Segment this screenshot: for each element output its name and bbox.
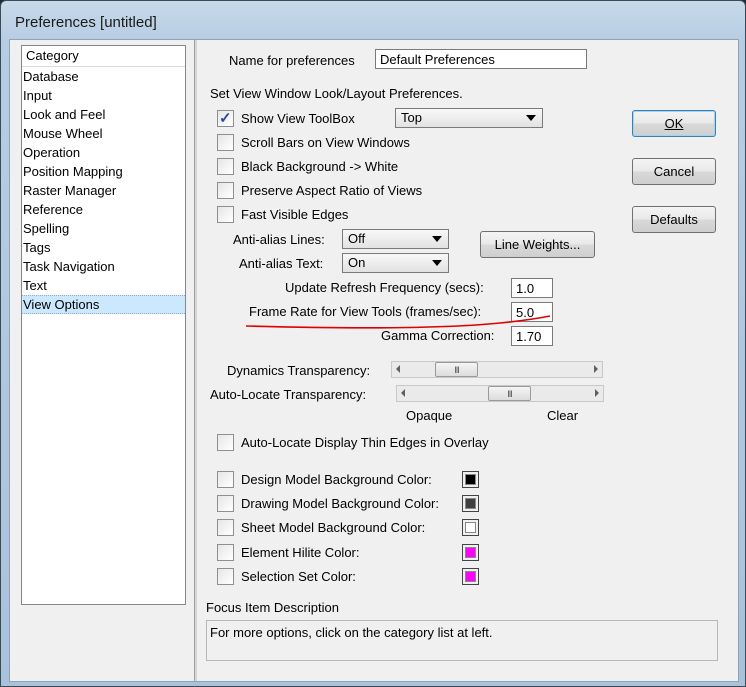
category-item[interactable]: Database [22,67,185,86]
color-fill [465,474,476,485]
design-bg-checkbox[interactable] [217,471,234,488]
element-hilite-color-swatch[interactable] [462,544,479,561]
design-bg-color-swatch[interactable] [462,471,479,488]
thin-edges-label: Auto-Locate Display Thin Edges in Overla… [241,435,489,450]
selection-set-checkbox[interactable] [217,568,234,585]
gamma-input[interactable]: 1.70 [511,326,553,346]
antialias-lines-value: Off [348,231,366,246]
preferences-window: Preferences [untitled] Category Database… [0,0,746,687]
slider-thumb[interactable]: III [435,362,478,377]
drawing-bg-color-swatch[interactable] [462,495,479,512]
category-list[interactable]: Category Database Input Look and Feel Mouse… [21,45,186,605]
scroll-left-icon [396,365,400,373]
color-fill [465,522,476,533]
name-label: Name for preferences [229,53,355,68]
title-bar[interactable]: Preferences [untitled] [1,1,745,39]
category-item[interactable]: Position Mapping [22,162,185,181]
antialias-lines-select[interactable]: Off [342,229,449,249]
autolocate-transparency-label: Auto-Locate Transparency: [210,387,367,402]
antialias-text-select[interactable]: On [342,253,449,273]
design-bg-label: Design Model Background Color: [241,472,432,487]
dropdown-arrow-icon [432,236,442,242]
cancel-button[interactable]: Cancel [632,158,716,185]
category-item[interactable]: View Options [22,295,185,314]
scroll-bars-label: Scroll Bars on View Windows [241,135,410,150]
drawing-bg-checkbox[interactable] [217,495,234,512]
dynamics-transparency-slider[interactable]: III [391,361,603,378]
category-item[interactable]: Spelling [22,219,185,238]
category-item[interactable]: Text [22,276,185,295]
antialias-text-value: On [348,255,366,270]
category-item[interactable]: Tags [22,238,185,257]
clear-label: Clear [547,408,579,423]
color-fill [465,547,476,558]
category-items: Database Input Look and Feel Mouse Wheel Ope… [22,67,185,314]
antialias-text-label: Anti-alias Text: [239,256,324,271]
opaque-label: Opaque [406,408,453,423]
category-item[interactable]: Mouse Wheel [22,124,185,143]
category-item[interactable]: Reference [22,200,185,219]
thin-edges-checkbox[interactable] [217,434,234,451]
antialias-lines-label: Anti-alias Lines: [233,232,325,247]
scroll-right-icon [595,389,599,397]
scroll-bars-checkbox[interactable] [217,134,234,151]
category-item[interactable]: Operation [22,143,185,162]
dialog-client: Category Database Input Look and Feel Mouse… [9,39,739,682]
fast-visible-edges-checkbox[interactable] [217,206,234,223]
selection-set-label: Selection Set Color: [241,569,356,584]
sheet-bg-color-swatch[interactable] [462,519,479,536]
gamma-label: Gamma Correction: [381,328,495,343]
ok-label: OK [664,116,684,131]
category-item[interactable]: Input [22,86,185,105]
black-background-label: Black Background -> White [241,159,399,174]
sheet-bg-checkbox[interactable] [217,519,234,536]
toolbox-position-select[interactable]: Top [395,108,543,128]
checkmark-icon: ✓ [219,110,232,127]
category-header: Category [22,46,185,67]
scroll-right-icon [594,365,598,373]
selection-set-color-swatch[interactable] [462,568,479,585]
drawing-bg-label: Drawing Model Background Color: [241,496,439,511]
color-fill [465,571,476,582]
focus-description-box: For more options, click on the category … [206,620,718,661]
defaults-button[interactable]: Defaults [632,206,716,233]
autolocate-transparency-slider[interactable]: III [396,385,604,402]
element-hilite-label: Element Hilite Color: [241,545,360,560]
color-fill [465,498,476,509]
focus-description-text: For more options, click on the category … [210,625,493,640]
name-input[interactable]: Default Preferences [375,49,587,69]
focus-title: Focus Item Description [206,600,339,615]
line-weights-button[interactable]: Line Weights... [480,231,595,258]
update-refresh-label: Update Refresh Frequency (secs): [285,280,484,295]
category-item[interactable]: Look and Feel [22,105,185,124]
ok-button[interactable]: OK [632,110,716,137]
dynamics-transparency-label: Dynamics Transparency: [227,363,371,378]
window-title: Preferences [untitled] [15,14,157,31]
preserve-aspect-checkbox[interactable] [217,182,234,199]
toolbox-position-value: Top [401,110,422,125]
update-refresh-input[interactable]: 1.0 [511,278,553,298]
fast-visible-edges-label: Fast Visible Edges [241,207,349,222]
slider-thumb[interactable]: III [488,386,531,401]
pane-divider [194,40,197,681]
sheet-bg-label: Sheet Model Background Color: [241,520,426,535]
dropdown-arrow-icon [526,115,536,121]
element-hilite-checkbox[interactable] [217,544,234,561]
black-background-checkbox[interactable] [217,158,234,175]
show-toolbox-checkbox[interactable]: ✓ [217,110,234,127]
section-title: Set View Window Look/Layout Preferences. [210,86,463,101]
category-item[interactable]: Task Navigation [22,257,185,276]
category-item[interactable]: Raster Manager [22,181,185,200]
dropdown-arrow-icon [432,260,442,266]
preserve-aspect-label: Preserve Aspect Ratio of Views [241,183,423,198]
show-toolbox-label: Show View ToolBox [241,111,355,126]
scroll-left-icon [401,389,405,397]
